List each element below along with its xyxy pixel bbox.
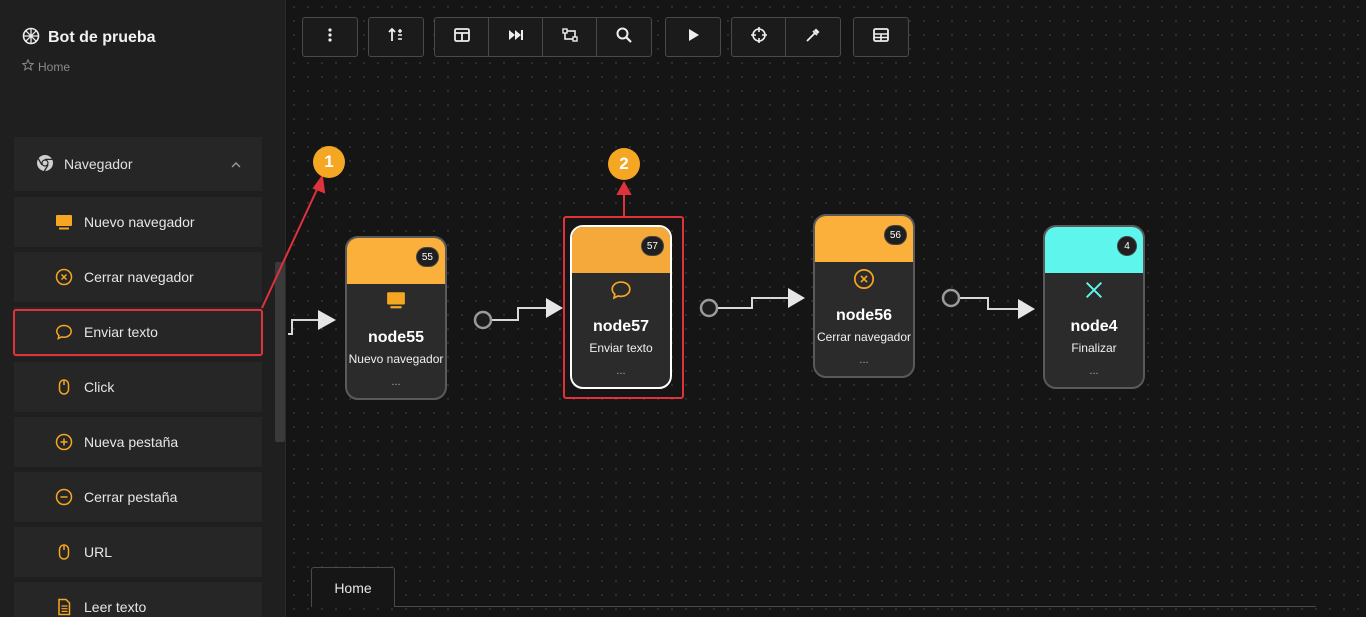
tab-home[interactable]: Home bbox=[311, 567, 395, 607]
close-circle-icon bbox=[815, 268, 913, 290]
monitor-icon bbox=[347, 290, 445, 310]
tab-divider bbox=[395, 606, 1316, 607]
annotation-marker-2: 2 bbox=[608, 148, 640, 180]
node-more: ... bbox=[1089, 365, 1099, 377]
node-more: ... bbox=[391, 376, 401, 388]
node-badge: 56 bbox=[883, 225, 907, 245]
flow-node-55[interactable]: 55 node55 Nuevo navegador ... bbox=[345, 236, 447, 400]
flow-node-4[interactable]: 4 node4 Finalizar ... bbox=[1043, 225, 1145, 389]
highlight-box-node bbox=[563, 216, 684, 399]
node-badge: 55 bbox=[415, 247, 439, 267]
x-icon bbox=[1045, 279, 1143, 301]
flow-node-56[interactable]: 56 node56 Cerrar navegador ... bbox=[813, 214, 915, 378]
node-more: ... bbox=[859, 354, 869, 366]
node-name: node55 bbox=[367, 329, 424, 346]
node-name: node4 bbox=[1070, 318, 1118, 335]
node-badge: 4 bbox=[1117, 236, 1137, 256]
node-name: node56 bbox=[835, 307, 892, 324]
annotation-marker-1: 1 bbox=[313, 146, 345, 178]
node-description: Finalizar bbox=[1071, 341, 1117, 355]
node-description: Cerrar navegador bbox=[816, 330, 912, 344]
node-description: Nuevo navegador bbox=[348, 352, 444, 366]
